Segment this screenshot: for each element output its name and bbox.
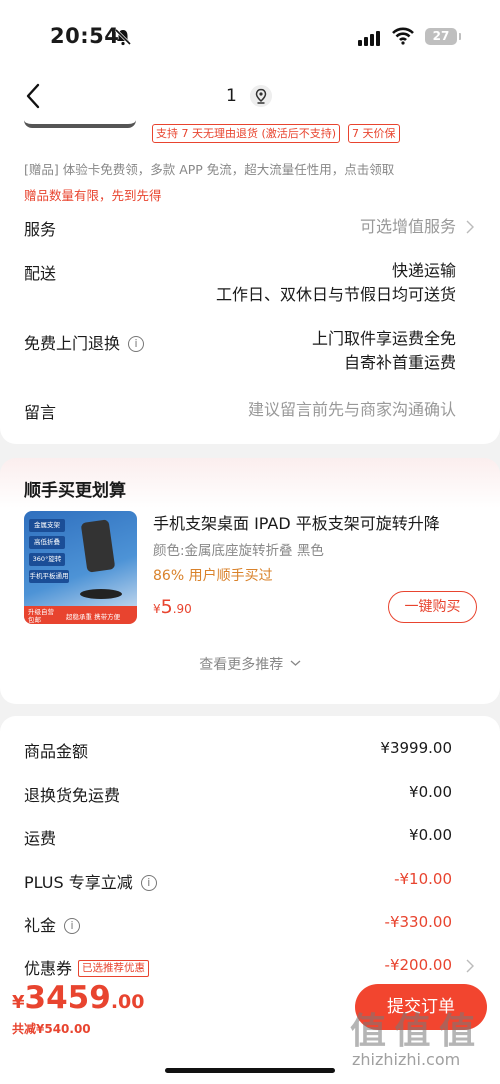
chevron-right-icon[interactable] (466, 959, 474, 973)
shipping-label: 运费 (24, 829, 57, 848)
total-saved: 共减¥540.00 (12, 1022, 91, 1036)
delivery-value[interactable]: 快递运输 工作日、双休日与节假日均可送货 (216, 259, 456, 307)
home-indicator (165, 1068, 335, 1073)
total-price: ¥3459.00 (12, 980, 144, 1016)
free-return-row: 免费上门退换 i (24, 330, 145, 354)
more-recommendations-label: 查看更多推荐 (199, 657, 284, 673)
free-return-label: 免费上门退换 (24, 334, 121, 353)
status-time: 20:54 (50, 24, 120, 48)
gift-money-label: 礼金 (24, 916, 57, 935)
chevron-right-icon[interactable] (466, 220, 474, 234)
plus-discount-row: PLUS 专享立减 i (24, 869, 157, 893)
free-return-value: 上门取件享运费全免 自寄补首重运费 (312, 327, 456, 375)
image-label: 高低折叠 (29, 536, 65, 549)
service-label: 服务 (24, 220, 57, 239)
info-icon[interactable]: i (64, 918, 81, 934)
image-bottom-bar: 升级自营 包邮 超稳承重 携带方便 (24, 606, 137, 624)
delivery-label: 配送 (24, 264, 57, 283)
note-input[interactable]: 建议留言前先与商家沟通确认 (248, 398, 456, 422)
product-image-edge (24, 114, 136, 128)
chevron-down-icon (290, 660, 301, 666)
upsell-title: 顺手买更划算 (24, 481, 126, 501)
return-shipping-value: ¥0.00 (409, 783, 452, 801)
note-label: 留言 (24, 403, 57, 422)
plus-discount-label: PLUS 专享立减 (24, 873, 133, 892)
signal-icon (358, 30, 382, 46)
checkout-bar: ¥3459.00 共减¥540.00 提交订单 值 值 值 zhizhizhi.… (0, 980, 500, 1084)
image-label: 手机平板通用 (29, 570, 69, 583)
more-recommendations-link[interactable]: 查看更多推荐 (0, 654, 500, 674)
coupon-value[interactable]: -¥200.00 (385, 956, 452, 974)
bell-muted-icon (114, 28, 132, 46)
phone-stand-graphic (80, 519, 116, 573)
upsell-product-variant: 颜色:金属底座旋转折叠 黑色 (153, 543, 324, 559)
coupon-label: 优惠券 (24, 959, 73, 978)
delivery-method: 快递运输 (391, 261, 456, 280)
gift-money-value: -¥330.00 (384, 913, 452, 931)
delivery-time: 工作日、双休日与节假日均可送货 (215, 285, 456, 304)
shipping-value: ¥0.00 (409, 826, 452, 844)
gift-money-row: 礼金 i (24, 912, 81, 936)
watermark-url: zhizhizhi.com (352, 1050, 461, 1069)
plus-discount-value: -¥10.00 (394, 870, 452, 888)
total-dec: .00 (110, 991, 145, 1013)
return-shipping-label: 退换货免运费 (24, 786, 121, 805)
back-arrow-icon[interactable] (22, 82, 46, 110)
info-icon[interactable]: i (128, 336, 145, 352)
price-symbol: ¥ (153, 602, 161, 616)
free-return-line1: 上门取件享运费全免 (311, 329, 456, 348)
return-policy-tag: 支持 7 天无理由退货 (激活后不支持) (152, 124, 341, 143)
coupon-badge: 已选推荐优惠 (78, 960, 150, 977)
upsell-card: 顺手买更划算 金属支架 高低折叠 360°旋转 手机平板通用 升级自营 包邮 超… (0, 458, 500, 704)
upsell-price: ¥5.90 (153, 596, 192, 618)
image-bar-text: 超稳承重 携带方便 (66, 613, 121, 621)
upsell-product-image[interactable]: 金属支架 高低折叠 360°旋转 手机平板通用 升级自营 包邮 超稳承重 携带方… (24, 511, 137, 624)
price-dec: .90 (172, 602, 192, 616)
battery-icon: 27 (425, 28, 461, 45)
watermark-logo: 值 值 值 (350, 1011, 475, 1052)
price-protect-tag: 7 天价保 (348, 124, 400, 143)
wifi-icon (392, 27, 414, 45)
location-icon[interactable] (250, 85, 272, 107)
coupon-row[interactable]: 优惠券 已选推荐优惠 (24, 955, 150, 979)
one-click-buy-button[interactable]: 一键购买 (388, 591, 477, 623)
image-bar-text: 包邮 (28, 616, 41, 624)
gift-text[interactable]: [赠品] 体验卡免费领，多款 APP 免流，超大流量任性用，点击领取 (24, 159, 394, 178)
goods-amount-value: ¥3999.00 (380, 739, 452, 757)
price-int: 5 (160, 596, 173, 618)
total-yen: ¥ (12, 992, 25, 1013)
goods-amount-label: 商品金额 (24, 742, 89, 761)
free-return-line2: 自寄补首重运费 (343, 353, 456, 372)
total-int: 3459 (24, 980, 111, 1016)
upsell-buyers-rate: 86% 用户顺手买过 (153, 568, 273, 584)
info-icon[interactable]: i (140, 875, 157, 891)
stand-base-graphic (80, 589, 122, 599)
gift-warning: 赠品数量有限，先到先得 (24, 188, 162, 203)
image-label: 360°旋转 (29, 553, 65, 566)
order-info-card: 支持 7 天无理由退货 (激活后不支持) 7 天价保 [赠品] 体验卡免费领，多… (0, 114, 500, 444)
status-bar: 20:54 27 (0, 0, 500, 72)
nav-count: 1 (226, 86, 237, 106)
image-label: 金属支架 (29, 519, 65, 532)
service-value[interactable]: 可选增值服务 (360, 215, 456, 239)
upsell-product-title[interactable]: 手机支架桌面 IPAD 平板支架可旋转升降 (153, 510, 473, 534)
